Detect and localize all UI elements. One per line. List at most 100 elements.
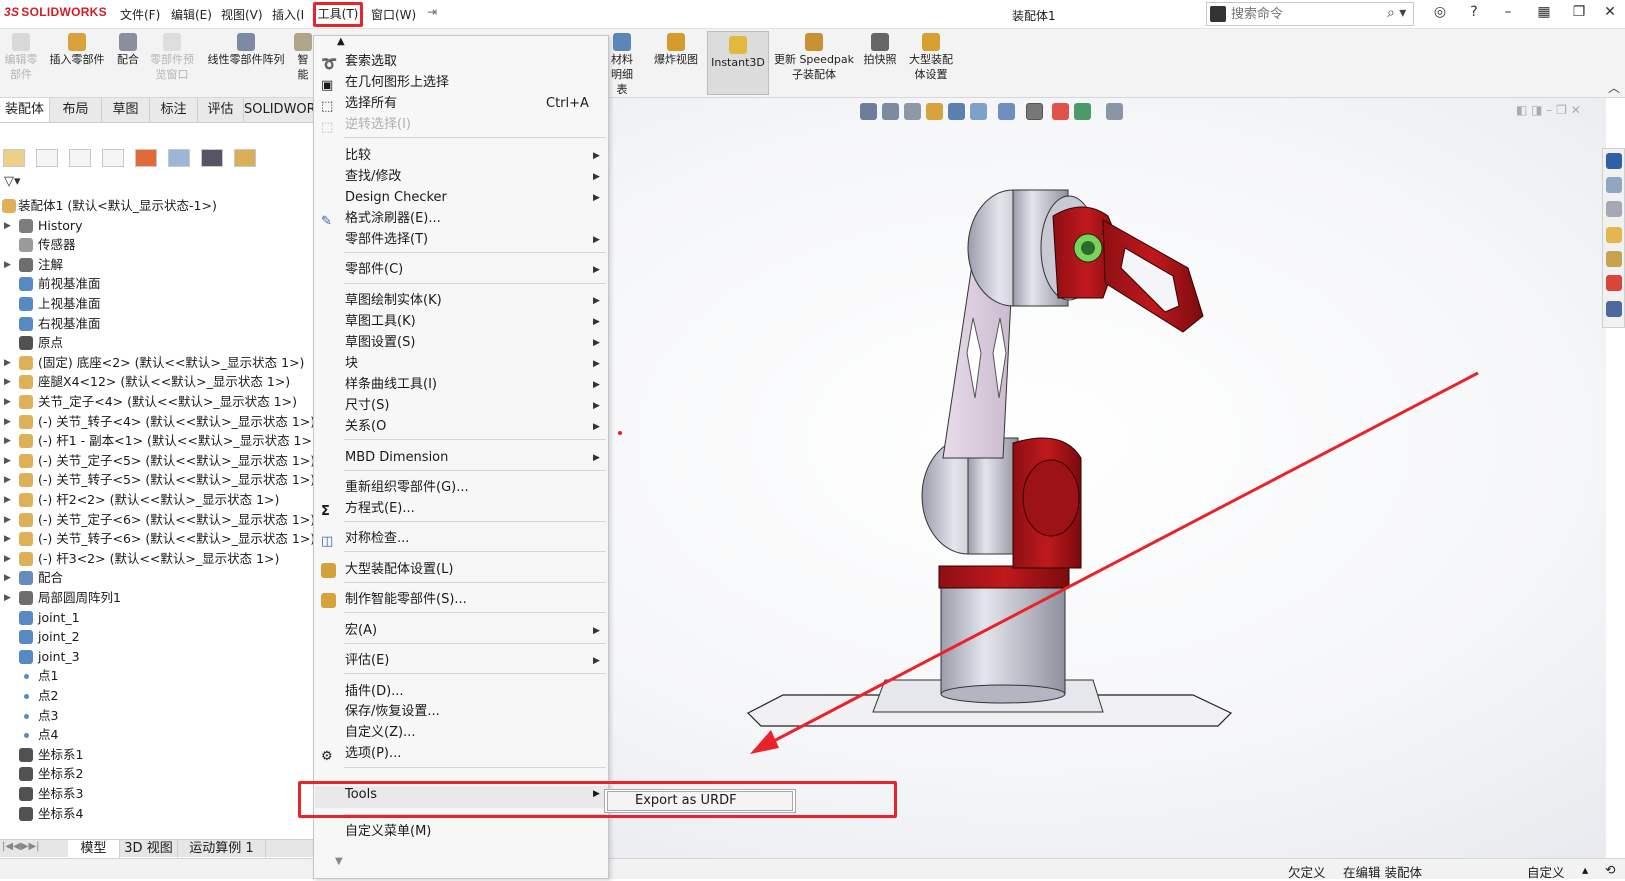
section-view-icon[interactable] [926,103,943,120]
menu-compare[interactable]: 比较 ▶ [314,146,608,166]
search-box[interactable]: ⌕ ▾ [1206,2,1414,26]
tab-3d-view[interactable]: 3D 视图 [120,840,178,858]
filter-manager-icon[interactable] [234,149,256,167]
menu-sketch-entities[interactable]: 草图绘制实体(K) ▶ [314,291,608,311]
search-input[interactable] [1231,5,1371,23]
restore-icon[interactable]: ❐ [1567,4,1591,24]
minimize-icon[interactable]: – [1496,4,1520,24]
expand-arrow-icon[interactable]: ▶ [4,568,11,588]
menu-relations[interactable]: 关系(O ▶ [314,417,608,437]
insert-part-button[interactable]: 插入零部件 [46,33,108,67]
configuration-icon[interactable] [69,149,91,167]
units-up-icon[interactable]: ▴ [1582,862,1588,877]
tile-icon[interactable]: ▦ [1532,4,1556,24]
scroll-down-icon[interactable]: ▼ [335,856,343,867]
home-icon[interactable] [1606,177,1622,193]
menu-large-assembly-settings[interactable]: 大型装配体设置(L) [314,560,608,580]
linear-pattern-button[interactable]: 线性零部件阵列 [202,33,290,67]
featuremanager-icon[interactable] [3,149,25,167]
menu-select-all[interactable]: ⬚ 选择所有 Ctrl+A [314,94,608,114]
tab-evaluate[interactable]: 评估 [198,98,244,122]
pin-icon[interactable]: ⇥ [427,5,437,19]
menu-tools[interactable]: 工具(T) [313,2,363,27]
close-icon[interactable]: ✕ [1598,4,1622,24]
expand-arrow-icon[interactable]: ▶ [4,255,11,275]
search-icon[interactable]: ⌕ ▾ [1387,5,1406,21]
hide-show-icon[interactable] [1026,103,1043,120]
view-palette-icon[interactable] [1606,251,1622,267]
expand-arrow-icon[interactable]: ▶ [4,470,11,490]
tab-markup[interactable]: 标注 [150,98,198,122]
expand-arrow-icon[interactable]: ▶ [4,216,11,236]
resources-icon[interactable] [1606,153,1622,169]
tab-layout[interactable]: 布局 [50,98,102,122]
nav-arrows-icon[interactable]: |◀◀▶▶| [2,841,40,852]
rebuild-icon[interactable]: ⟲ [1605,862,1615,877]
menu-block[interactable]: 块 ▶ [314,354,608,374]
menu-component-selection[interactable]: 零部件选择(T) ▶ [314,230,608,250]
view-settings-icon[interactable] [1106,103,1123,120]
expand-arrow-icon[interactable]: ▶ [4,372,11,392]
menu-insert[interactable]: 插入(I [270,6,306,23]
dimxpert-icon[interactable] [102,149,124,167]
menu-spline-tools[interactable]: 样条曲线工具(I) ▶ [314,375,608,395]
previous-view-icon[interactable] [904,103,921,120]
expand-arrow-icon[interactable]: ▶ [4,451,11,471]
appearances-icon[interactable] [1606,275,1622,291]
view-orientation-icon[interactable] [970,103,987,120]
mate-button[interactable]: 配合 [113,33,143,67]
menu-design-checker[interactable]: Design Checker ▶ [314,188,608,208]
menu-customize-menu[interactable]: 自定义菜单(M) [314,822,608,842]
expand-arrow-icon[interactable]: ▶ [4,529,11,549]
menu-dimensions[interactable]: 尺寸(S) ▶ [314,396,608,416]
expand-arrow-icon[interactable]: ▶ [4,392,11,412]
menu-make-smart-component[interactable]: 制作智能零部件(S)... [314,590,608,610]
menu-customize[interactable]: 自定义(Z)... [314,723,608,743]
expand-arrow-icon[interactable]: ▶ [4,588,11,608]
dynamic-annotation-icon[interactable] [948,103,965,120]
instant3d-button[interactable]: Instant3D [707,31,769,95]
menu-reorganize-components[interactable]: 重新组织零部件(G)... [314,478,608,498]
menu-file[interactable]: 文件(F) [118,6,162,23]
menu-find-modify[interactable]: 查找/修改 ▶ [314,167,608,187]
expand-arrow-icon[interactable]: ▶ [4,510,11,530]
menu-view[interactable]: 视图(V) [219,6,265,23]
explode-view-button[interactable]: 爆炸视图 [651,33,701,67]
viewport-window-controls-icon[interactable]: ◧ ◨ – ❐ ✕ [1516,103,1581,117]
menu-symmetry-check[interactable]: ◫ 对称检查... [314,529,608,549]
zoom-fit-icon[interactable] [860,103,877,120]
smart-fastener-button[interactable]: 智能 [294,33,312,82]
menu-options[interactable]: ⚙ 选项(P)... [314,744,608,764]
menu-select-on-geometry[interactable]: ▣ 在几何图形上选择 [314,73,608,93]
snapshot-button[interactable]: 拍快照 [860,33,900,67]
menu-edit[interactable]: 编辑(E) [169,6,214,23]
file-explorer-icon[interactable] [1606,227,1622,243]
menu-component[interactable]: 零部件(C) ▶ [314,260,608,280]
design-library-icon[interactable] [1606,201,1622,217]
menu-evaluate[interactable]: 评估(E) ▶ [314,651,608,671]
menu-format-painter[interactable]: ✎ 格式涂刷器(E)... [314,209,608,229]
display-style-icon[interactable] [998,103,1015,120]
edit-part-button[interactable]: 编辑零部件 [2,33,40,82]
inspection-icon[interactable] [201,149,223,167]
tab-sketch[interactable]: 草图 [102,98,150,122]
tab-motion-study[interactable]: 运动算例 1 [178,840,266,858]
tab-assembly[interactable]: 装配体 [0,98,50,122]
expand-arrow-icon[interactable]: ▶ [4,549,11,569]
custom-properties-icon[interactable] [1606,301,1622,317]
tab-model[interactable]: 模型 [68,840,120,858]
expand-arrow-icon[interactable]: ▶ [4,490,11,510]
filter-icon[interactable]: ▽▾ [4,174,21,189]
help-icon[interactable]: ? [1462,4,1486,24]
menu-save-restore-settings[interactable]: 保存/恢复设置... [314,702,608,722]
property-manager-icon[interactable] [36,149,58,167]
user-icon[interactable]: ◎ [1428,4,1452,24]
large-assembly-button[interactable]: 大型装配体设置 [904,33,958,82]
menu-window[interactable]: 窗口(W) [369,6,418,23]
scroll-up-icon[interactable]: ▲ [337,36,345,47]
expand-arrow-icon[interactable]: ▶ [4,412,11,432]
menu-sketch-settings[interactable]: 草图设置(S) ▶ [314,333,608,353]
expand-arrow-icon[interactable]: ▶ [4,353,11,373]
part-preview-button[interactable]: 零部件预览窗口 [147,33,197,82]
bom-button[interactable]: 材料明细表 [606,33,638,97]
